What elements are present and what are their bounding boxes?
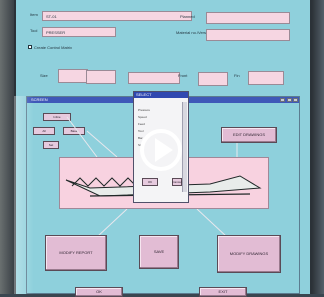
popup-row-0[interactable]: Pressure <box>138 108 150 112</box>
tool-field[interactable]: PRESSER <box>42 27 116 37</box>
param-field-2[interactable] <box>128 72 180 84</box>
popup-cancel-label: Cancel <box>172 180 182 184</box>
popup-row-3[interactable]: Tool <box>138 129 144 133</box>
create-matrix-label: Create Control Matrix <box>34 45 73 50</box>
row1-label: Item <box>30 12 38 17</box>
param-label-3: Front <box>178 73 188 78</box>
item-field-value: ST-01 <box>46 14 57 19</box>
monitor-bezel-right <box>312 0 324 294</box>
modify-report-button[interactable]: MODIFY REPORT <box>45 235 107 271</box>
planned-field[interactable] <box>206 12 290 24</box>
param-label-0: Size <box>40 73 48 78</box>
exit-label: EXIT <box>218 289 228 294</box>
param-field-1[interactable] <box>86 70 116 84</box>
material-field[interactable] <box>206 29 290 41</box>
modify-drawings-button[interactable]: MODIFY DRAWINGS <box>217 235 281 273</box>
play-icon[interactable] <box>155 138 173 162</box>
param-field-3[interactable] <box>198 72 228 86</box>
popup-scrollbar[interactable] <box>182 102 187 192</box>
popup-ok-button[interactable]: OK <box>142 178 158 186</box>
ok-button[interactable]: OK <box>75 287 123 297</box>
tool-field-value: PRESSER <box>46 30 66 35</box>
item-field[interactable]: ST-01 <box>42 11 192 21</box>
exit-button[interactable]: EXIT <box>199 287 247 297</box>
save-label: SAVE <box>153 249 165 254</box>
popup-cancel-button[interactable]: Cancel <box>172 178 182 186</box>
param-field-4[interactable] <box>248 71 284 85</box>
popup-title: SELECT <box>136 92 152 97</box>
screen-glare <box>14 96 34 294</box>
save-button[interactable]: SAVE <box>139 235 179 269</box>
row2-label: Tool <box>30 28 38 33</box>
monitor-bezel-left <box>0 0 14 294</box>
param-label-4: Fin <box>234 73 240 78</box>
create-matrix-checkbox[interactable] <box>28 45 32 49</box>
popup-ok-label: OK <box>147 180 153 184</box>
planned-label: Planned <box>180 14 195 19</box>
param-field-0[interactable] <box>58 69 88 83</box>
popup-row-1[interactable]: Speed <box>138 115 147 119</box>
popup-row-2[interactable]: Feed <box>138 122 145 126</box>
modify-report-label: MODIFY REPORT <box>59 250 93 255</box>
modify-drawings-label: MODIFY DRAWINGS <box>229 251 269 256</box>
ok-label: OK <box>96 289 102 294</box>
popup-titlebar: SELECT <box>134 92 188 98</box>
screen-dialog: SCREEN Inline All Base Set EDIT DRAWINGS… <box>26 91 300 297</box>
